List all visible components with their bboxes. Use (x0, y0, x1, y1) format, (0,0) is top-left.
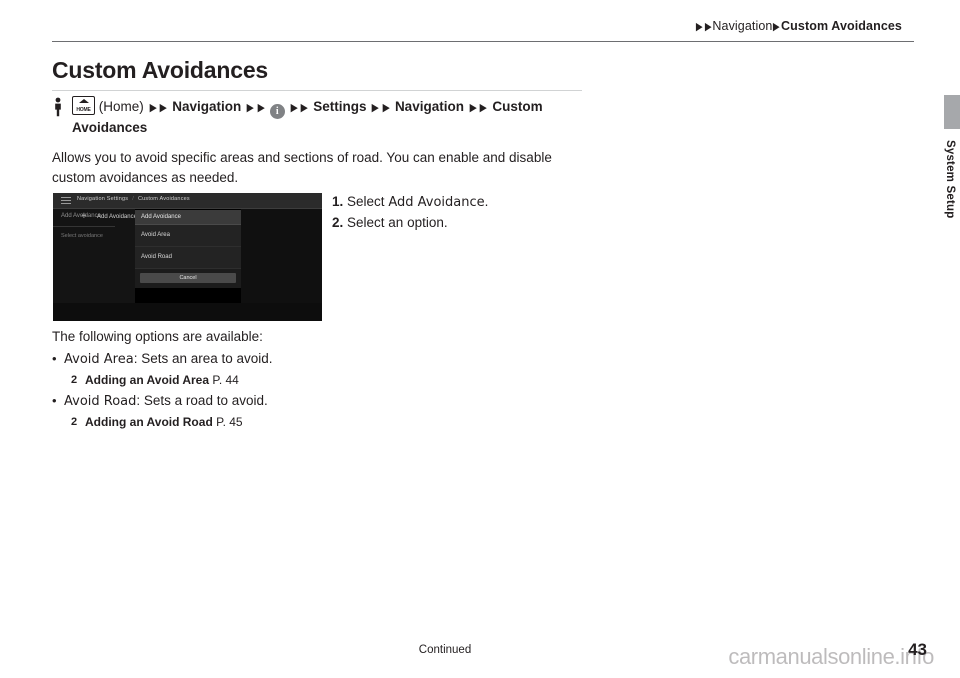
info-icon: i (269, 104, 285, 119)
options-section: The following options are available: • Av… (52, 327, 572, 431)
step-1-number: 1. (332, 194, 344, 209)
screenshot-bottom-bar (53, 303, 322, 321)
title-divider (52, 90, 582, 91)
home-icon-label: HOME (76, 107, 91, 113)
screenshot-breadcrumb: Navigation Settings / Custom Avoidances (77, 196, 190, 202)
path-sep-4b: ▶ (382, 102, 390, 114)
home-paren-label: (Home) (98, 99, 144, 114)
screenshot-dialog-item-avoid-road: Avoid Road (135, 247, 241, 269)
option-avoid-area-desc: : Sets an area to avoid. (133, 351, 273, 366)
bullet-icon-1: • (52, 351, 57, 366)
reference-avoid-area-page: P. 44 (212, 373, 239, 387)
step-2: 2. Select an option. (332, 213, 592, 233)
bullet-icon-2: • (52, 393, 57, 408)
intro-paragraph: Allows you to avoid specific areas and s… (52, 150, 552, 185)
path-sep-1b: ▶ (159, 102, 167, 114)
breadcrumb-arrow-3: ▶ (773, 21, 781, 33)
path-sep-5: ▶ (469, 102, 477, 114)
options-lead-in: The following options are available: (52, 329, 263, 344)
menu-icon (61, 197, 71, 205)
menu-path: HOME (Home) ▶ ▶ Navigation ▶ ▶ i ▶ ▶ Settin… (52, 96, 582, 137)
option-avoid-road-name: Avoid Road (64, 394, 137, 409)
breadcrumb-arrow-2: ▶ (704, 21, 712, 33)
reference-avoid-road-title: Adding an Avoid Road (85, 415, 213, 429)
breadcrumb: ▶ ▶Navigation▶Custom Avoidances (695, 19, 902, 33)
person-icon (55, 97, 61, 117)
device-screenshot: Navigation Settings / Custom Avoidances Ad… (53, 193, 322, 321)
breadcrumb-arrow-1: ▶ (696, 21, 703, 33)
screenshot-dialog-cancel-button: Cancel (140, 273, 236, 283)
home-icon: HOME (72, 96, 95, 115)
option-avoid-road-desc: : Sets a road to avoid. (136, 393, 268, 408)
reference-arrow-icon-2: 2 (71, 416, 78, 428)
step-1-text: Select (347, 194, 389, 209)
path-item-custom: Custom (492, 99, 543, 114)
screenshot-dialog-item-avoid-area: Avoid Area (135, 225, 241, 247)
breadcrumb-item-custom-avoidances: Custom Avoidances (781, 19, 902, 33)
section-tab-marker (944, 95, 960, 129)
screenshot-breadcrumb-1: Navigation Settings (77, 196, 129, 202)
path-item-avoidances: Avoidances (72, 120, 148, 135)
screenshot-dialog-title: Add Avoidance (135, 210, 241, 225)
path-sep-4: ▶ (371, 102, 380, 114)
option-avoid-road: • Avoid Road: Sets a road to avoid. (52, 391, 572, 412)
reference-avoid-road: 2 Adding an Avoid Road P. 45 (52, 413, 572, 431)
path-sep-2b: ▶ (257, 102, 265, 114)
path-sep-1: ▶ (149, 102, 157, 114)
reference-avoid-area-title: Adding an Avoid Area (85, 373, 210, 387)
path-sep-3b: ▶ (300, 102, 308, 114)
screenshot-add-avoidance-text: Add Avoidance (97, 214, 137, 220)
screenshot-breadcrumb-2: Custom Avoidances (137, 196, 190, 202)
path-sep-5b: ▶ (479, 102, 488, 114)
plus-icon: + (81, 211, 87, 222)
screenshot-dialog: Add Avoidance Avoid Area Avoid Road Canc… (135, 210, 241, 288)
path-sep-3: ▶ (290, 102, 298, 114)
option-avoid-area: • Avoid Area: Sets an area to avoid. (52, 349, 572, 370)
path-item-settings: Settings (313, 99, 367, 114)
watermark: carmanualsonline.info (728, 644, 934, 669)
steps-list: 1. Select Add Avoidance. 2. Select an op… (332, 192, 592, 233)
path-item-navigation-2: Navigation (394, 99, 464, 114)
step-2-number: 2. (332, 215, 344, 230)
step-1-text-after: . (484, 194, 489, 209)
reference-avoid-area: 2 Adding an Avoid Area P. 44 (52, 371, 572, 389)
path-sep-2: ▶ (246, 102, 254, 114)
step-1: 1. Select Add Avoidance. (332, 192, 592, 213)
section-tab-label: System Setup (944, 140, 956, 219)
page-title: Custom Avoidances (52, 57, 268, 83)
breadcrumb-item-navigation: Navigation (712, 19, 773, 33)
step-2-text: Select an option. (347, 215, 448, 230)
screenshot-breadcrumb-sep: / (132, 196, 134, 202)
path-item-navigation: Navigation (172, 99, 242, 114)
header-divider (52, 41, 914, 42)
option-avoid-area-name: Avoid Area (64, 352, 134, 367)
step-1-command: Add Avoidance (388, 195, 485, 210)
screenshot-left-divider (53, 226, 115, 227)
reference-arrow-icon-1: 2 (71, 374, 78, 386)
screenshot-select-avoidance-label: Select avoidance (61, 233, 103, 239)
reference-avoid-road-page: P. 45 (216, 415, 243, 429)
